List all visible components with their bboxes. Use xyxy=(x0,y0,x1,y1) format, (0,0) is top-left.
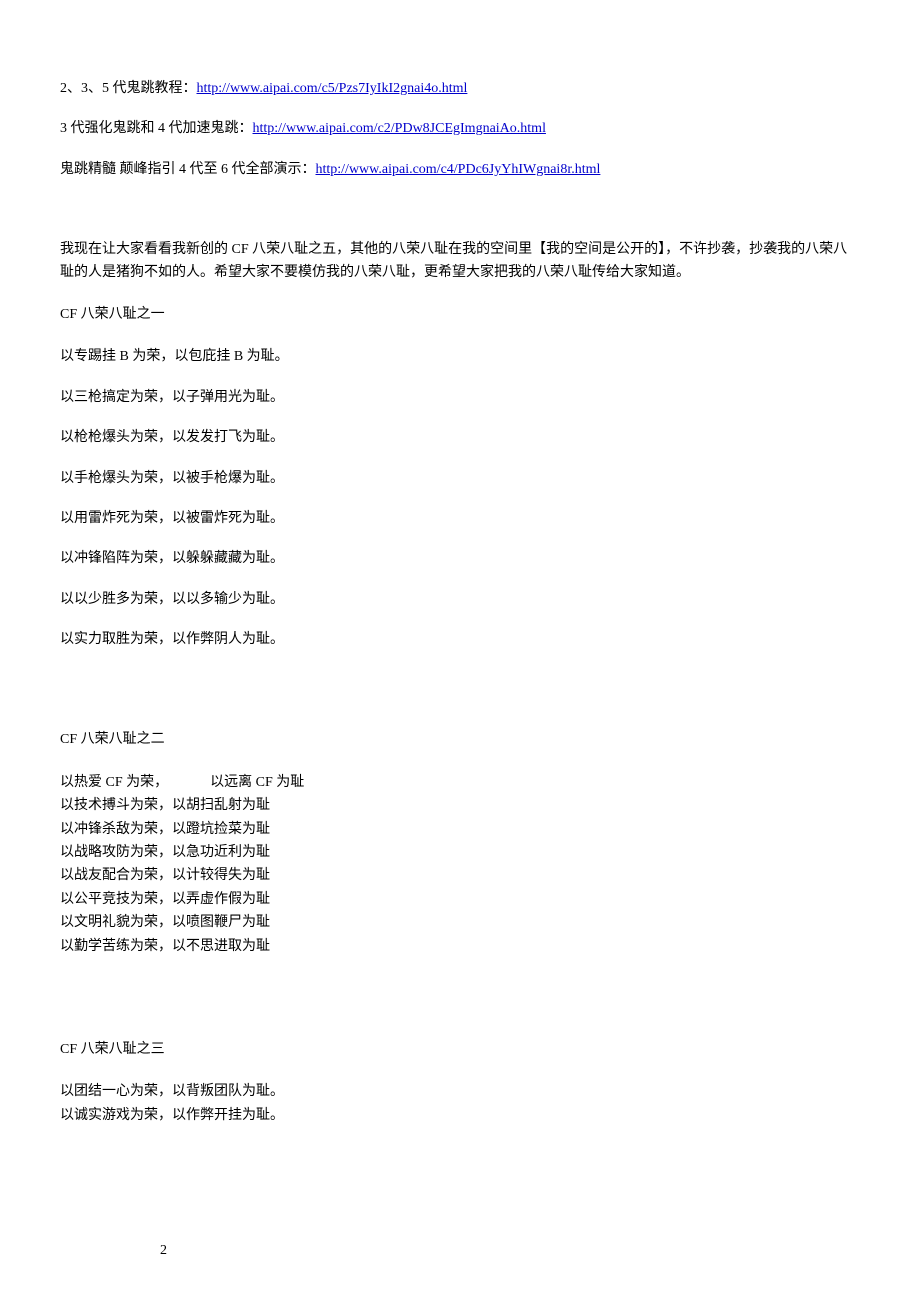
section-1-title: CF 八荣八耻之一 xyxy=(60,304,860,326)
link-1-prefix: 2、3、5 代鬼跳教程： xyxy=(60,81,197,96)
tutorial-link-2: 3 代强化鬼跳和 4 代加速鬼跳：http://www.aipai.com/c2… xyxy=(60,118,860,140)
section-1-line: 以实力取胜为荣，以作弊阴人为耻。 xyxy=(60,629,860,651)
section-2-line: 以热爱 CF 为荣， 以远离 CF 为耻 xyxy=(60,772,860,794)
section-2-line: 以战略攻防为荣，以急功近利为耻 xyxy=(60,842,860,864)
link-3-prefix: 鬼跳精髓 颠峰指引 4 代至 6 代全部演示： xyxy=(60,162,316,177)
section-3-title: CF 八荣八耻之三 xyxy=(60,1039,860,1061)
section-2-title: CF 八荣八耻之二 xyxy=(60,729,860,751)
intro-paragraph: 我现在让大家看看我新创的 CF 八荣八耻之五，其他的八荣八耻在我的空间里【我的空… xyxy=(60,239,860,284)
tutorial-link-3: 鬼跳精髓 颠峰指引 4 代至 6 代全部演示：http://www.aipai.… xyxy=(60,159,860,181)
section-2-line: 以冲锋杀敌为荣，以蹬坑捡菜为耻 xyxy=(60,819,860,841)
section-2-line: 以文明礼貌为荣，以喷图鞭尸为耻 xyxy=(60,912,860,934)
section-2-line: 以战友配合为荣，以计较得失为耻 xyxy=(60,865,860,887)
section-2-line: 以技术搏斗为荣，以胡扫乱射为耻 xyxy=(60,795,860,817)
section-3-line: 以团结一心为荣，以背叛团队为耻。 xyxy=(60,1081,860,1103)
link-2-prefix: 3 代强化鬼跳和 4 代加速鬼跳： xyxy=(60,121,253,136)
section-1-line: 以枪枪爆头为荣，以发发打飞为耻。 xyxy=(60,427,860,449)
page-number: 2 xyxy=(160,1240,167,1262)
section-1-line: 以用雷炸死为荣，以被雷炸死为耻。 xyxy=(60,508,860,530)
link-3-url[interactable]: http://www.aipai.com/c4/PDc6JyYhIWgnai8r… xyxy=(316,162,601,177)
link-1-url[interactable]: http://www.aipai.com/c5/Pzs7IyIkI2gnai4o… xyxy=(197,81,468,96)
section-2-line: 以勤学苦练为荣，以不思进取为耻 xyxy=(60,936,860,958)
tutorial-link-1: 2、3、5 代鬼跳教程：http://www.aipai.com/c5/Pzs7… xyxy=(60,78,860,100)
link-2-url[interactable]: http://www.aipai.com/c2/PDw8JCEgImgnaiAo… xyxy=(253,121,546,136)
section-1-line: 以专踢挂 B 为荣，以包庇挂 B 为耻。 xyxy=(60,346,860,368)
section-1-line: 以手枪爆头为荣，以被手枪爆为耻。 xyxy=(60,468,860,490)
section-3-line: 以诚实游戏为荣，以作弊开挂为耻。 xyxy=(60,1105,860,1127)
section-2-line: 以公平竞技为荣，以弄虚作假为耻 xyxy=(60,889,860,911)
section-1-line: 以以少胜多为荣，以以多输少为耻。 xyxy=(60,589,860,611)
section-1-line: 以三枪搞定为荣，以子弹用光为耻。 xyxy=(60,387,860,409)
section-1-line: 以冲锋陷阵为荣，以躲躲藏藏为耻。 xyxy=(60,548,860,570)
